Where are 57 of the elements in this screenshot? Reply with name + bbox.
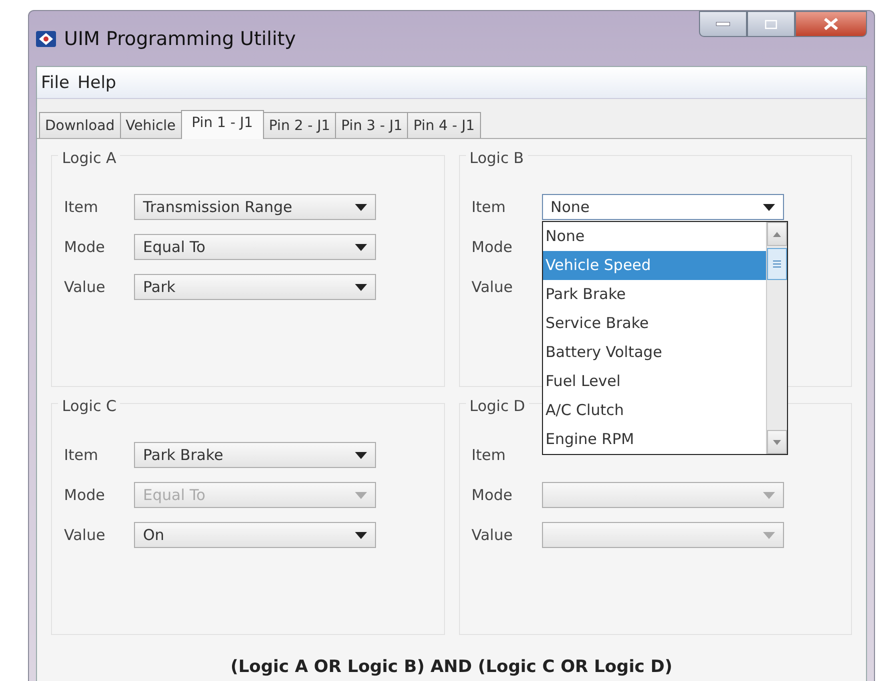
dropdown-field[interactable]: Transmission Range — [134, 194, 376, 220]
dropdown-field[interactable]: Park Brake — [134, 442, 376, 468]
dropdown-arrow-icon — [355, 532, 367, 538]
scrollbar[interactable] — [766, 222, 786, 454]
dropdown-option[interactable]: Service Brake — [542, 309, 766, 338]
dropdown-arrow-icon — [355, 204, 367, 210]
minimize-icon — [716, 22, 730, 26]
window-title: UIM Programming Utility — [64, 28, 296, 50]
dropdown-option[interactable]: Fuel Level — [542, 367, 766, 396]
group-title: Logic D — [466, 397, 530, 415]
minimize-button[interactable] — [699, 11, 747, 37]
field-label: Value — [64, 278, 106, 296]
dropdown-arrow-icon — [355, 244, 367, 250]
maximize-icon — [765, 20, 777, 28]
group-title: Logic B — [466, 149, 528, 167]
tab[interactable]: Pin 3 - J1 — [335, 112, 408, 138]
dropdown-arrow-icon — [762, 492, 774, 498]
tab[interactable]: Pin 2 - J1 — [262, 112, 336, 138]
group-title: Logic C — [58, 397, 120, 415]
tab[interactable]: Pin 4 - J1 — [407, 112, 481, 138]
tab[interactable]: Download — [39, 112, 121, 138]
dropdown-field[interactable]: Equal To — [134, 234, 376, 260]
field-label: Item — [472, 446, 507, 464]
dropdown-option[interactable]: Battery Voltage — [542, 338, 766, 367]
field-label: Value — [472, 278, 514, 296]
field-label: Mode — [472, 486, 514, 504]
tab[interactable]: Vehicle — [120, 112, 182, 138]
dropdown-arrow-icon — [762, 532, 774, 538]
field-label: Mode — [64, 238, 106, 256]
group-title: Logic A — [58, 149, 120, 167]
scroll-down-icon — [772, 440, 780, 444]
menu-item[interactable]: File — [41, 73, 70, 93]
menu-item[interactable]: Help — [77, 73, 116, 93]
dropdown-option[interactable]: Park Brake — [542, 280, 766, 309]
dropdown-field[interactable]: On — [134, 522, 376, 548]
field-label: Mode — [64, 486, 106, 504]
field-label: Item — [64, 446, 100, 464]
field-label: Value — [64, 526, 106, 544]
close-button[interactable] — [795, 11, 867, 37]
app-icon — [36, 30, 56, 46]
field-label: Mode — [472, 238, 514, 256]
close-icon — [824, 18, 838, 30]
grip-icon — [772, 260, 780, 268]
tab[interactable]: Pin 1 - J1 — [180, 110, 264, 139]
scroll-up-icon — [772, 232, 780, 236]
field-label: Item — [472, 198, 507, 216]
dropdown-arrow-icon — [355, 452, 367, 458]
dropdown-arrow-icon — [762, 204, 774, 210]
dropdown-field[interactable]: Park — [134, 274, 376, 300]
dropdown-arrow-icon — [355, 492, 367, 498]
logic-formula: (Logic A OR Logic B) AND (Logic C OR Logic D) — [230, 657, 674, 677]
dropdown-arrow-icon — [355, 284, 367, 290]
dropdown-option[interactable]: None — [542, 222, 766, 251]
field-label: Value — [472, 526, 514, 544]
dropdown-option[interactable]: A/C Clutch — [542, 396, 766, 425]
maximize-button[interactable] — [747, 11, 795, 37]
field-label: Item — [64, 198, 100, 216]
